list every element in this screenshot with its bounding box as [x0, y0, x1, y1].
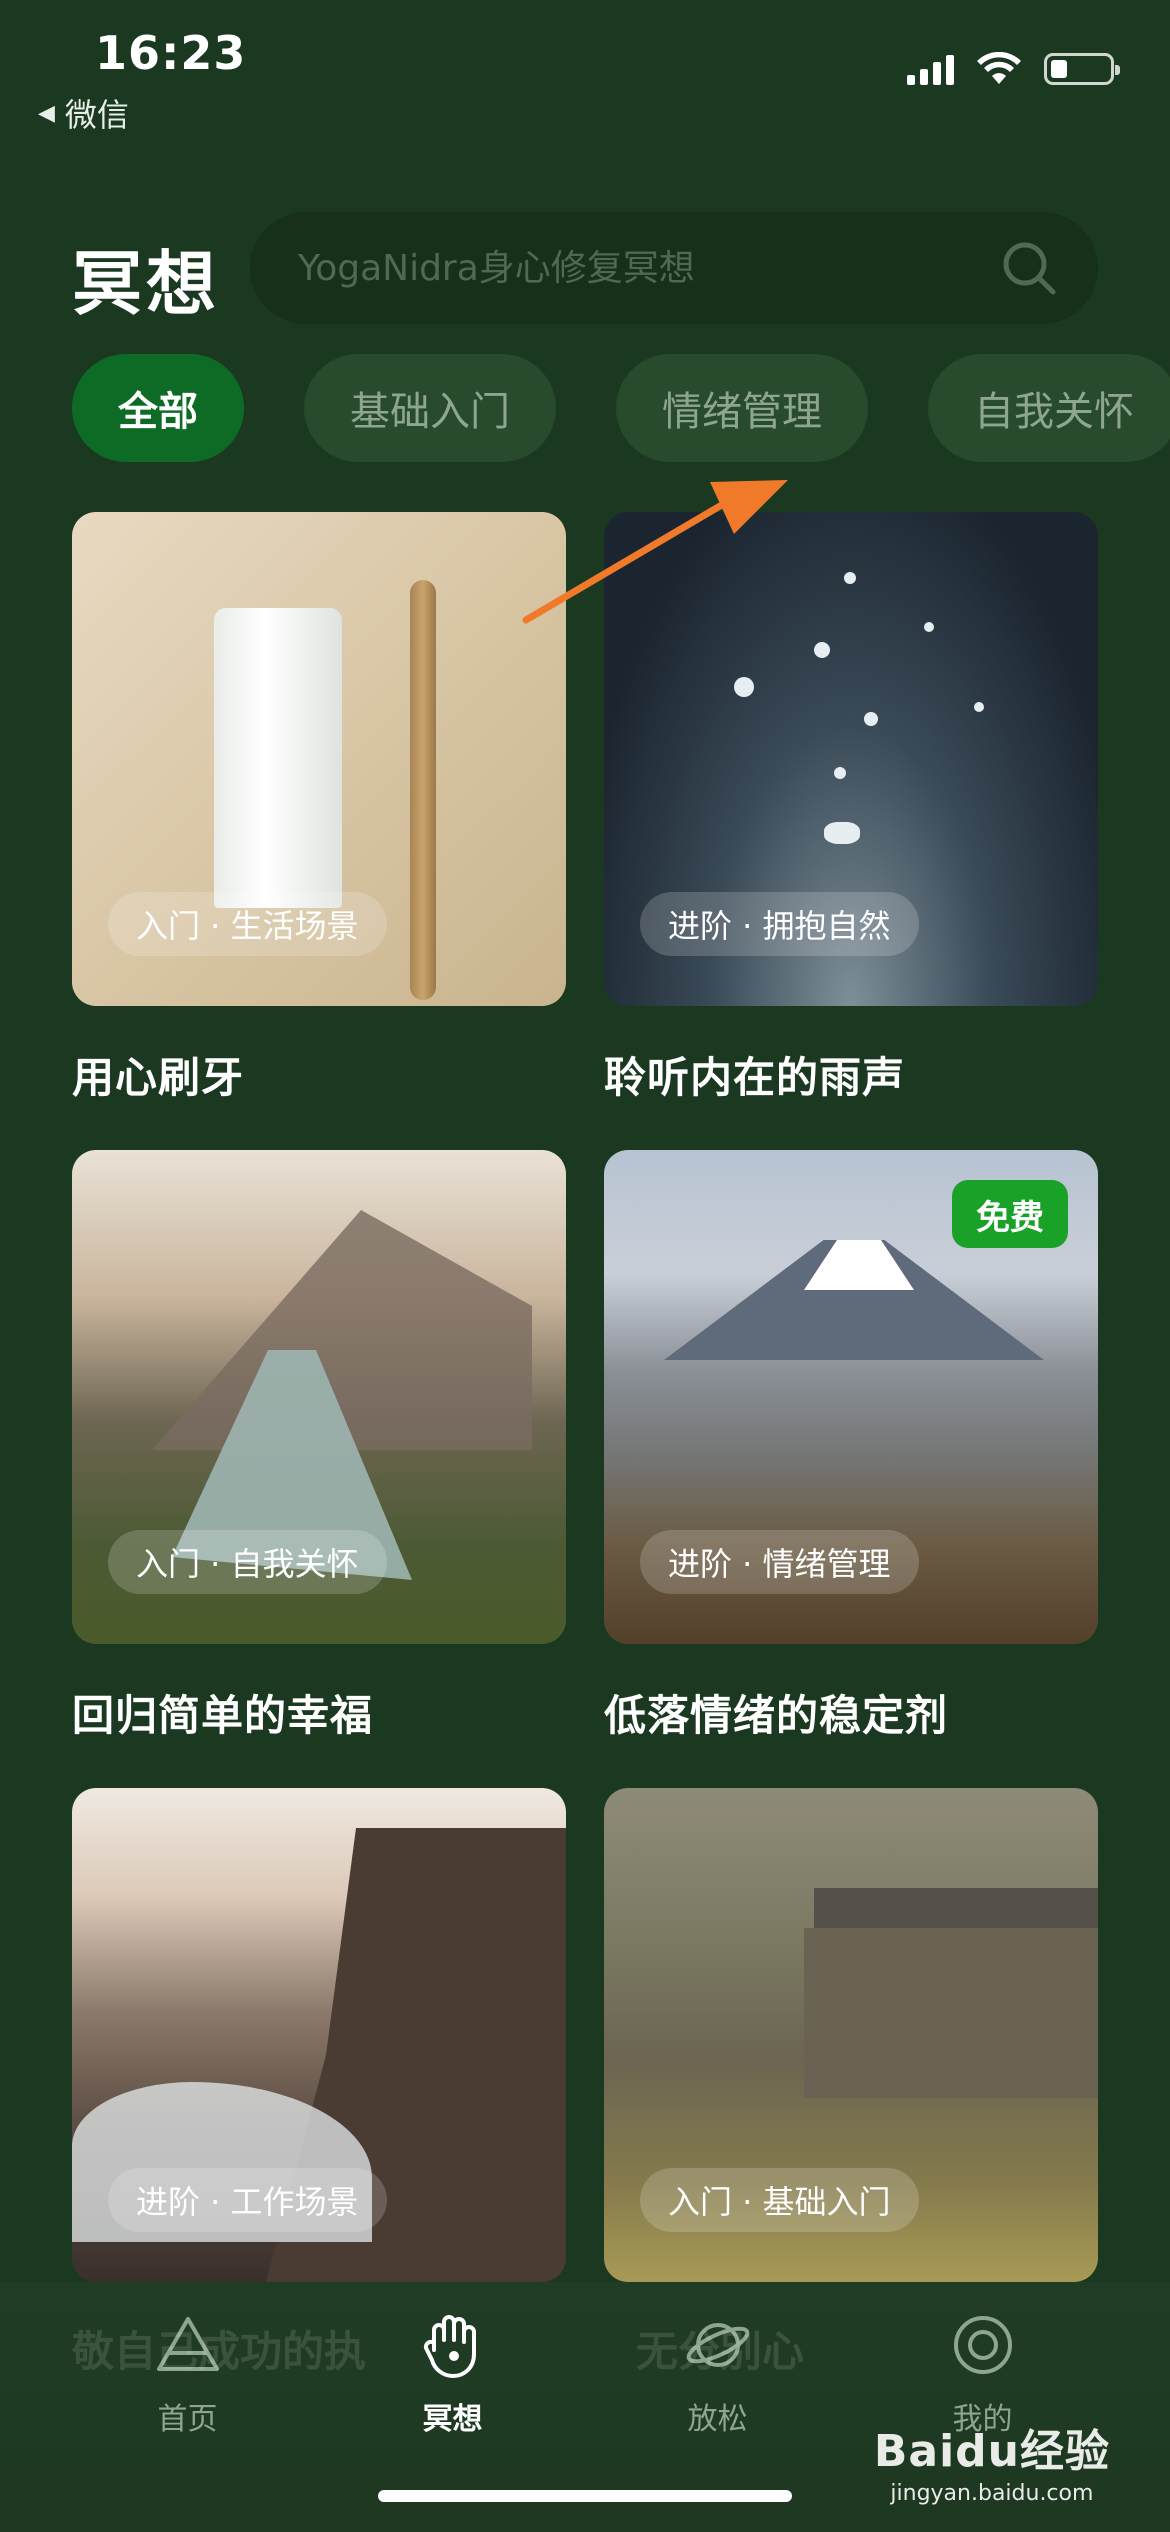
wifi-icon: [977, 52, 1021, 84]
card-tag: 入门 · 基础入门: [640, 2168, 919, 2232]
back-app-label: 微信: [64, 96, 129, 134]
ghost-title: 敬自己成功的执: [72, 2327, 367, 2376]
status-time: 16:23: [95, 26, 247, 80]
ghost-title: 无分别心: [636, 2327, 805, 2376]
tab-all[interactable]: 全部: [72, 354, 244, 462]
nav-label: 放松: [687, 2402, 748, 2437]
back-arrow-icon: ◀: [38, 100, 55, 126]
cellular-signal-icon: [907, 53, 954, 85]
search-bar[interactable]: [250, 212, 1098, 324]
battery-icon: [1044, 53, 1120, 85]
watermark-site: jingyan.baidu.com: [890, 2481, 1094, 2506]
card-mindful-brushing[interactable]: 入门 · 生活场景 用心刷牙: [72, 512, 566, 1150]
obscured-card-titles: 敬自己成功的执 无分别心: [72, 2318, 804, 2379]
free-badge: 免费: [952, 1180, 1068, 1248]
card-image-toothbrush: 入门 · 生活场景: [72, 512, 566, 1006]
status-icons: [907, 52, 1120, 86]
card-image-woman-dancing: 入门 · 自我关怀: [72, 1150, 566, 1644]
annotation-arrow-icon: [522, 480, 788, 624]
card-mood-stabilizer[interactable]: 免费 进阶 · 情绪管理 低落情绪的稳定剂: [604, 1150, 1098, 1788]
meditation-grid: 入门 · 生活场景 用心刷牙 进阶 · 拥抱自然 聆听内在的雨声 入门 · 自我…: [72, 512, 1098, 2426]
card-tag: 进阶 · 拥抱自然: [640, 892, 919, 956]
page-title: 冥想: [72, 243, 220, 325]
tab-self-care[interactable]: 自我关怀: [928, 354, 1170, 462]
card-image-farmhouse: 入门 · 基础入门: [604, 1788, 1098, 2282]
card-image-rocky-coast: 进阶 · 工作场景: [72, 1788, 566, 2282]
card-tag: 进阶 · 情绪管理: [640, 1530, 919, 1594]
card-title: 回归简单的幸福: [72, 1691, 374, 1740]
card-title: 聆听内在的雨声: [604, 1053, 906, 1102]
search-icon[interactable]: [1000, 239, 1058, 297]
baidu-watermark: Baidu经验 jingyan.baidu.com: [874, 2415, 1110, 2506]
home-indicator[interactable]: [378, 2490, 792, 2502]
card-title: 用心刷牙: [72, 1053, 245, 1102]
card-image-mount-fuji: 免费 进阶 · 情绪管理: [604, 1150, 1098, 1644]
card-simple-happiness[interactable]: 入门 · 自我关怀 回归简单的幸福: [72, 1150, 566, 1788]
search-input[interactable]: [298, 247, 978, 289]
back-to-app-link[interactable]: ◀ 微信: [38, 90, 129, 136]
card-tag: 入门 · 自我关怀: [108, 1530, 387, 1594]
category-tabs: 全部 基础入门 情绪管理 自我关怀: [72, 354, 1170, 462]
nav-label: 冥想: [422, 2402, 483, 2437]
card-tag: 入门 · 生活场景: [108, 892, 387, 956]
card-title: 低落情绪的稳定剂: [604, 1691, 949, 1740]
watermark-brand: Baidu经验: [873, 2426, 1110, 2477]
card-tag: 进阶 · 工作场景: [108, 2168, 387, 2232]
target-icon: [948, 2310, 1018, 2380]
nav-label: 首页: [157, 2402, 218, 2437]
tab-emotion-management[interactable]: 情绪管理: [616, 354, 868, 462]
tab-basics[interactable]: 基础入门: [304, 354, 556, 462]
